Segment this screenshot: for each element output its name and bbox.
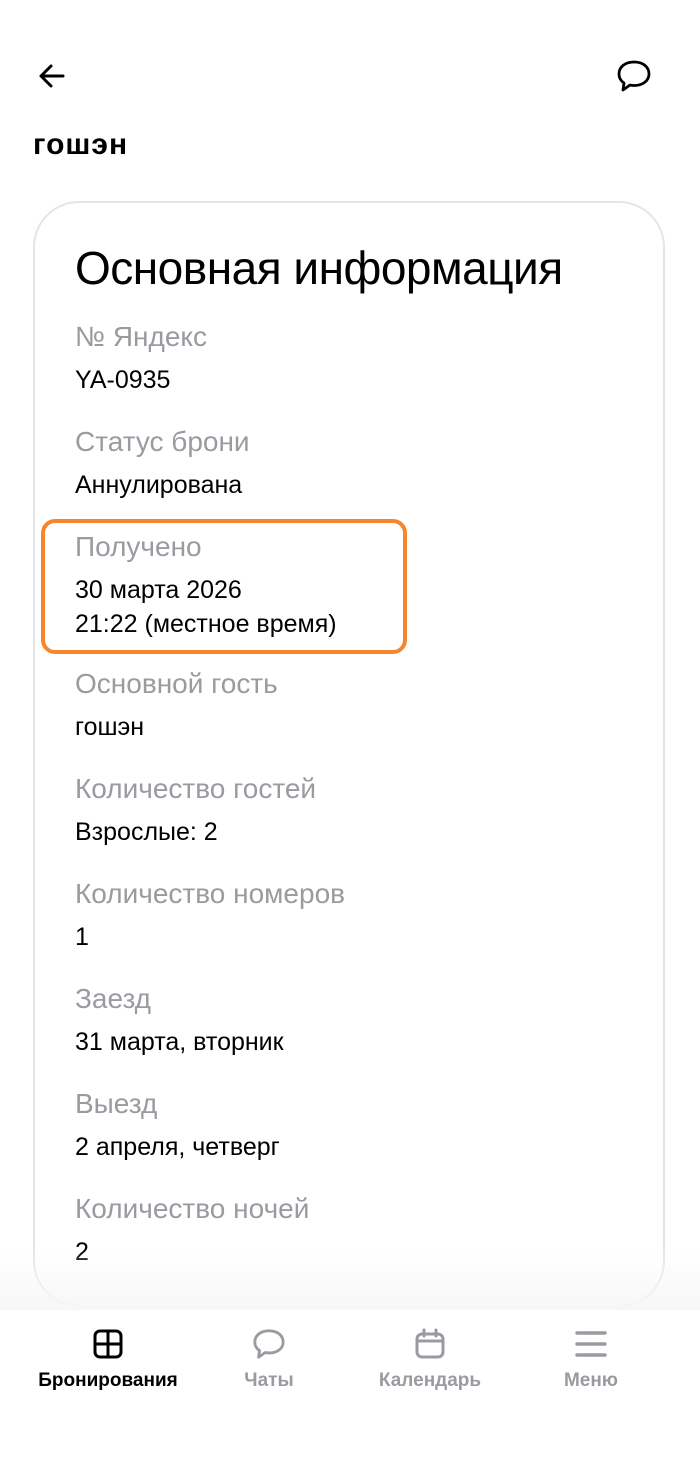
field-value: 2 апреля, четверг [75, 1133, 280, 1161]
calendar-icon [415, 1328, 445, 1359]
arrow-left-icon [39, 64, 65, 88]
field-value: 31 марта, вторник [75, 1028, 284, 1056]
top-bar [0, 0, 700, 130]
field-value: Аннулирована [75, 471, 243, 499]
bottom-tab-bar: Бронирования Чаты Календарь Меню [0, 1310, 700, 1462]
field-label: Количество гостей [75, 773, 317, 804]
field-yandex-number: № Яндекс YA-0935 [75, 321, 207, 397]
field-label: Выезд [75, 1088, 158, 1119]
tab-label: Бронирования [38, 1370, 178, 1391]
field-booking-status: Статус брони Аннулирована [75, 426, 250, 502]
scroll-fade [0, 1250, 700, 1310]
tab-chats[interactable]: Чаты [189, 1324, 349, 1404]
field-check-out: Выезд 2 апреля, четверг [75, 1088, 280, 1164]
field-guest-count: Количество гостей Взрослые: 2 [75, 773, 316, 849]
field-value: 1 [75, 923, 89, 951]
card-title: Основная информация [75, 242, 563, 294]
chat-bubble-icon [253, 1329, 285, 1359]
menu-icon [575, 1331, 607, 1357]
field-label: Статус брони [75, 426, 250, 457]
field-value: YA-0935 [75, 366, 171, 394]
grid-icon [93, 1329, 123, 1359]
tab-label: Чаты [244, 1370, 294, 1391]
chat-bubble-icon [617, 60, 651, 92]
field-label: № Яндекс [75, 321, 207, 352]
field-value: Взрослые: 2 [75, 818, 218, 846]
field-label: Основной гость [75, 668, 278, 699]
tab-menu[interactable]: Меню [511, 1324, 671, 1404]
tab-label: Календарь [378, 1370, 482, 1391]
field-label: Количество номеров [75, 878, 346, 909]
main-info-card: Основная информация № Яндекс YA-0935 Ста… [33, 201, 665, 1307]
tab-calendar[interactable]: Календарь [350, 1324, 510, 1404]
field-label: Количество ночей [75, 1193, 310, 1224]
tab-bookings[interactable]: Бронирования [28, 1324, 188, 1404]
field-label: Заезд [75, 983, 152, 1014]
field-room-count: Количество номеров 1 [75, 878, 345, 954]
page-title: гошэн [33, 128, 129, 161]
field-check-in: Заезд 31 марта, вторник [75, 983, 284, 1059]
highlight-frame [41, 519, 407, 654]
tab-label: Меню [563, 1370, 619, 1391]
chat-button[interactable] [606, 48, 662, 104]
field-value: гошэн [75, 713, 145, 741]
back-button[interactable] [24, 48, 80, 104]
field-main-guest: Основной гость гошэн [75, 668, 278, 744]
